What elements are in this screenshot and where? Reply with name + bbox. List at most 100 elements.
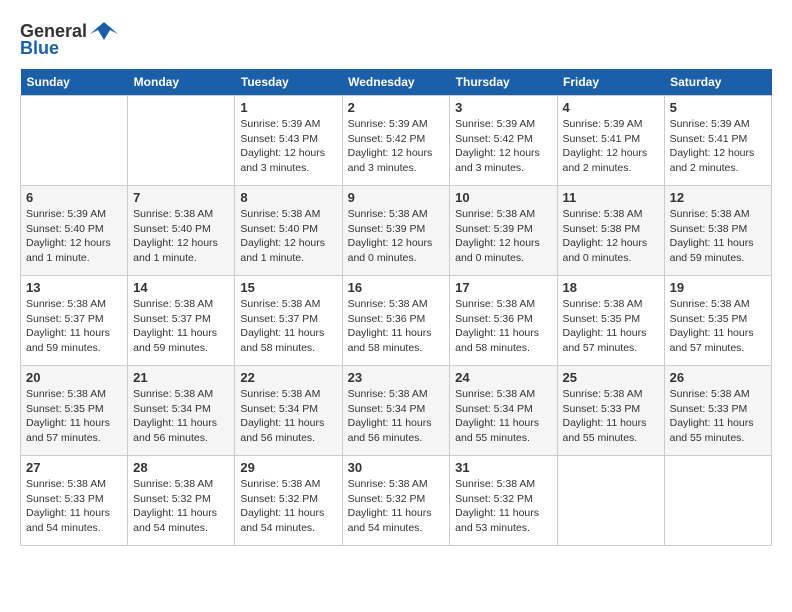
calendar-week-3: 13Sunrise: 5:38 AM Sunset: 5:37 PM Dayli… [21,276,772,366]
day-info: Sunrise: 5:38 AM Sunset: 5:34 PM Dayligh… [455,387,551,446]
calendar-week-4: 20Sunrise: 5:38 AM Sunset: 5:35 PM Dayli… [21,366,772,456]
day-number: 7 [133,190,229,205]
day-info: Sunrise: 5:38 AM Sunset: 5:37 PM Dayligh… [240,297,336,356]
day-number: 12 [670,190,766,205]
day-number: 11 [563,190,659,205]
calendar-cell: 2 Sunrise: 5:39 AM Sunset: 5:42 PM Daylig… [342,96,450,186]
calendar-cell: 12 Sunrise: 5:38 AM Sunset: 5:38 PM Dayli… [664,186,771,276]
weekday-header-saturday: Saturday [664,69,771,96]
day-number: 16 [348,280,445,295]
day-info: Sunrise: 5:38 AM Sunset: 5:34 PM Dayligh… [348,387,445,446]
calendar-cell: 24Sunrise: 5:38 AM Sunset: 5:34 PM Dayli… [450,366,557,456]
day-info: Sunrise: 5:38 AM Sunset: 5:38 PM Dayligh… [670,207,766,266]
day-info: Sunrise: 5:38 AM Sunset: 5:32 PM Dayligh… [348,477,445,536]
calendar-cell: 25 Sunrise: 5:38 AM Sunset: 5:33 PM Dayli… [557,366,664,456]
calendar-cell: 23Sunrise: 5:38 AM Sunset: 5:34 PM Dayli… [342,366,450,456]
calendar-cell: 18Sunrise: 5:38 AM Sunset: 5:35 PM Dayli… [557,276,664,366]
weekday-header-thursday: Thursday [450,69,557,96]
logo-bird-icon [90,20,118,42]
day-number: 28 [133,460,229,475]
calendar-header: SundayMondayTuesdayWednesdayThursdayFrid… [21,69,772,96]
header-row: SundayMondayTuesdayWednesdayThursdayFrid… [21,69,772,96]
day-info: Sunrise: 5:39 AM Sunset: 5:42 PM Dayligh… [348,117,445,176]
day-info: Sunrise: 5:38 AM Sunset: 5:32 PM Dayligh… [455,477,551,536]
day-number: 25 [563,370,659,385]
weekday-header-sunday: Sunday [21,69,128,96]
day-info: Sunrise: 5:38 AM Sunset: 5:40 PM Dayligh… [133,207,229,266]
calendar-cell: 6 Sunrise: 5:39 AM Sunset: 5:40 PM Daylig… [21,186,128,276]
day-number: 29 [240,460,336,475]
weekday-header-wednesday: Wednesday [342,69,450,96]
day-info: Sunrise: 5:38 AM Sunset: 5:35 PM Dayligh… [26,387,122,446]
calendar-cell [128,96,235,186]
calendar-cell: 28 Sunrise: 5:38 AM Sunset: 5:32 PM Dayli… [128,456,235,546]
day-number: 6 [26,190,122,205]
day-info: Sunrise: 5:38 AM Sunset: 5:38 PM Dayligh… [563,207,659,266]
day-info: Sunrise: 5:38 AM Sunset: 5:34 PM Dayligh… [240,387,336,446]
calendar-cell: 21Sunrise: 5:38 AM Sunset: 5:34 PM Dayli… [128,366,235,456]
calendar-cell: 27 Sunrise: 5:38 AM Sunset: 5:33 PM Dayli… [21,456,128,546]
calendar-cell: 7 Sunrise: 5:38 AM Sunset: 5:40 PM Daylig… [128,186,235,276]
calendar-cell: 8Sunrise: 5:38 AM Sunset: 5:40 PM Daylig… [235,186,342,276]
calendar-cell: 30Sunrise: 5:38 AM Sunset: 5:32 PM Dayli… [342,456,450,546]
day-info: Sunrise: 5:38 AM Sunset: 5:32 PM Dayligh… [133,477,229,536]
day-number: 26 [670,370,766,385]
day-info: Sunrise: 5:38 AM Sunset: 5:39 PM Dayligh… [348,207,445,266]
day-info: Sunrise: 5:38 AM Sunset: 5:37 PM Dayligh… [133,297,229,356]
logo-blue-text: Blue [20,38,59,59]
day-number: 18 [563,280,659,295]
calendar-cell: 16Sunrise: 5:38 AM Sunset: 5:36 PM Dayli… [342,276,450,366]
day-info: Sunrise: 5:39 AM Sunset: 5:42 PM Dayligh… [455,117,551,176]
day-number: 9 [348,190,445,205]
day-info: Sunrise: 5:39 AM Sunset: 5:41 PM Dayligh… [563,117,659,176]
weekday-header-tuesday: Tuesday [235,69,342,96]
day-info: Sunrise: 5:38 AM Sunset: 5:35 PM Dayligh… [670,297,766,356]
day-number: 5 [670,100,766,115]
calendar-cell: 9 Sunrise: 5:38 AM Sunset: 5:39 PM Daylig… [342,186,450,276]
calendar-cell [21,96,128,186]
day-number: 19 [670,280,766,295]
day-info: Sunrise: 5:38 AM Sunset: 5:37 PM Dayligh… [26,297,122,356]
calendar-cell: 14Sunrise: 5:38 AM Sunset: 5:37 PM Dayli… [128,276,235,366]
calendar-cell: 22 Sunrise: 5:38 AM Sunset: 5:34 PM Dayli… [235,366,342,456]
logo: General Blue [20,20,118,59]
weekday-header-friday: Friday [557,69,664,96]
calendar-cell: 19 Sunrise: 5:38 AM Sunset: 5:35 PM Dayli… [664,276,771,366]
calendar-cell: 13Sunrise: 5:38 AM Sunset: 5:37 PM Dayli… [21,276,128,366]
calendar-table: SundayMondayTuesdayWednesdayThursdayFrid… [20,69,772,546]
calendar-cell: 17Sunrise: 5:38 AM Sunset: 5:36 PM Dayli… [450,276,557,366]
weekday-header-monday: Monday [128,69,235,96]
calendar-body: 1 Sunrise: 5:39 AM Sunset: 5:43 PM Daylig… [21,96,772,546]
day-number: 4 [563,100,659,115]
day-info: Sunrise: 5:39 AM Sunset: 5:40 PM Dayligh… [26,207,122,266]
day-number: 10 [455,190,551,205]
day-number: 15 [240,280,336,295]
calendar-cell: 1 Sunrise: 5:39 AM Sunset: 5:43 PM Daylig… [235,96,342,186]
calendar-cell: 5 Sunrise: 5:39 AM Sunset: 5:41 PM Daylig… [664,96,771,186]
day-info: Sunrise: 5:38 AM Sunset: 5:33 PM Dayligh… [26,477,122,536]
day-number: 17 [455,280,551,295]
calendar-cell: 11 Sunrise: 5:38 AM Sunset: 5:38 PM Dayli… [557,186,664,276]
day-number: 3 [455,100,551,115]
day-number: 1 [240,100,336,115]
calendar-cell: 31 Sunrise: 5:38 AM Sunset: 5:32 PM Dayli… [450,456,557,546]
calendar-cell: 20Sunrise: 5:38 AM Sunset: 5:35 PM Dayli… [21,366,128,456]
calendar-cell: 29Sunrise: 5:38 AM Sunset: 5:32 PM Dayli… [235,456,342,546]
calendar-cell: 3 Sunrise: 5:39 AM Sunset: 5:42 PM Daylig… [450,96,557,186]
calendar-cell: 4 Sunrise: 5:39 AM Sunset: 5:41 PM Daylig… [557,96,664,186]
day-number: 31 [455,460,551,475]
day-info: Sunrise: 5:38 AM Sunset: 5:39 PM Dayligh… [455,207,551,266]
day-info: Sunrise: 5:38 AM Sunset: 5:33 PM Dayligh… [563,387,659,446]
day-info: Sunrise: 5:38 AM Sunset: 5:33 PM Dayligh… [670,387,766,446]
calendar-cell [664,456,771,546]
day-info: Sunrise: 5:38 AM Sunset: 5:40 PM Dayligh… [240,207,336,266]
day-info: Sunrise: 5:39 AM Sunset: 5:43 PM Dayligh… [240,117,336,176]
calendar-week-1: 1 Sunrise: 5:39 AM Sunset: 5:43 PM Daylig… [21,96,772,186]
day-info: Sunrise: 5:39 AM Sunset: 5:41 PM Dayligh… [670,117,766,176]
calendar-cell: 26 Sunrise: 5:38 AM Sunset: 5:33 PM Dayli… [664,366,771,456]
day-number: 22 [240,370,336,385]
calendar-cell [557,456,664,546]
calendar-cell: 10 Sunrise: 5:38 AM Sunset: 5:39 PM Dayli… [450,186,557,276]
day-number: 27 [26,460,122,475]
day-number: 2 [348,100,445,115]
